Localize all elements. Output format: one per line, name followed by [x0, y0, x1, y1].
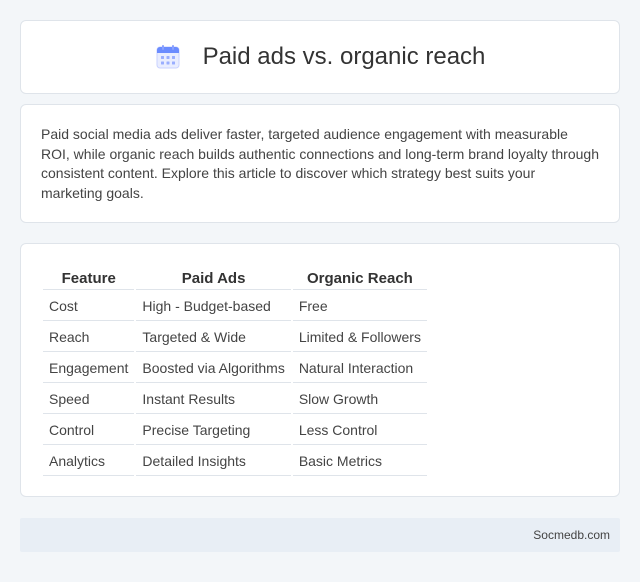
column-header-organic-reach: Organic Reach: [292, 266, 427, 290]
table-cell: Boosted via Algorithms: [136, 354, 291, 383]
table-row: Control Precise Targeting Less Control: [43, 416, 427, 445]
title-row: Paid ads vs. organic reach: [155, 43, 486, 71]
table-cell: Basic Metrics: [292, 447, 427, 476]
column-header-paid-ads: Paid Ads: [136, 266, 291, 290]
table-cell: Analytics: [43, 447, 135, 476]
footer-site-name[interactable]: Socmedb.com: [533, 528, 610, 542]
table-cell: Slow Growth: [292, 385, 427, 414]
calendar-icon: [156, 45, 180, 69]
table-header-row: Feature Paid Ads Organic Reach: [43, 266, 427, 290]
comparison-table: Feature Paid Ads Organic Reach Cost High…: [41, 264, 429, 478]
table-cell: Reach: [43, 323, 135, 352]
table-cell: Engagement: [43, 354, 135, 383]
table-cell: Precise Targeting: [136, 416, 291, 445]
table-cell: Speed: [43, 385, 135, 414]
table-cell: Detailed Insights: [136, 447, 291, 476]
table-row: Speed Instant Results Slow Growth: [43, 385, 427, 414]
table-cell: Instant Results: [136, 385, 291, 414]
table-cell: Targeted & Wide: [136, 323, 291, 352]
table-cell: Control: [43, 416, 135, 445]
intro-paragraph: Paid social media ads deliver faster, ta…: [41, 126, 599, 201]
table-cell: Limited & Followers: [292, 323, 427, 352]
column-header-feature: Feature: [43, 266, 135, 290]
footer-bar: Socmedb.com: [20, 518, 620, 552]
table-row: Engagement Boosted via Algorithms Natura…: [43, 354, 427, 383]
table-row: Analytics Detailed Insights Basic Metric…: [43, 447, 427, 476]
table-cell: High - Budget-based: [136, 292, 291, 321]
table-cell: Natural Interaction: [292, 354, 427, 383]
title-card: Paid ads vs. organic reach: [20, 20, 620, 94]
comparison-card: Feature Paid Ads Organic Reach Cost High…: [20, 243, 620, 497]
table-cell: Less Control: [292, 416, 427, 445]
page-title: Paid ads vs. organic reach: [202, 43, 486, 70]
table-row: Reach Targeted & Wide Limited & Follower…: [43, 323, 427, 352]
table-cell: Free: [292, 292, 427, 321]
table-row: Cost High - Budget-based Free: [43, 292, 427, 321]
table-cell: Cost: [43, 292, 135, 321]
intro-card: Paid social media ads deliver faster, ta…: [20, 104, 620, 223]
